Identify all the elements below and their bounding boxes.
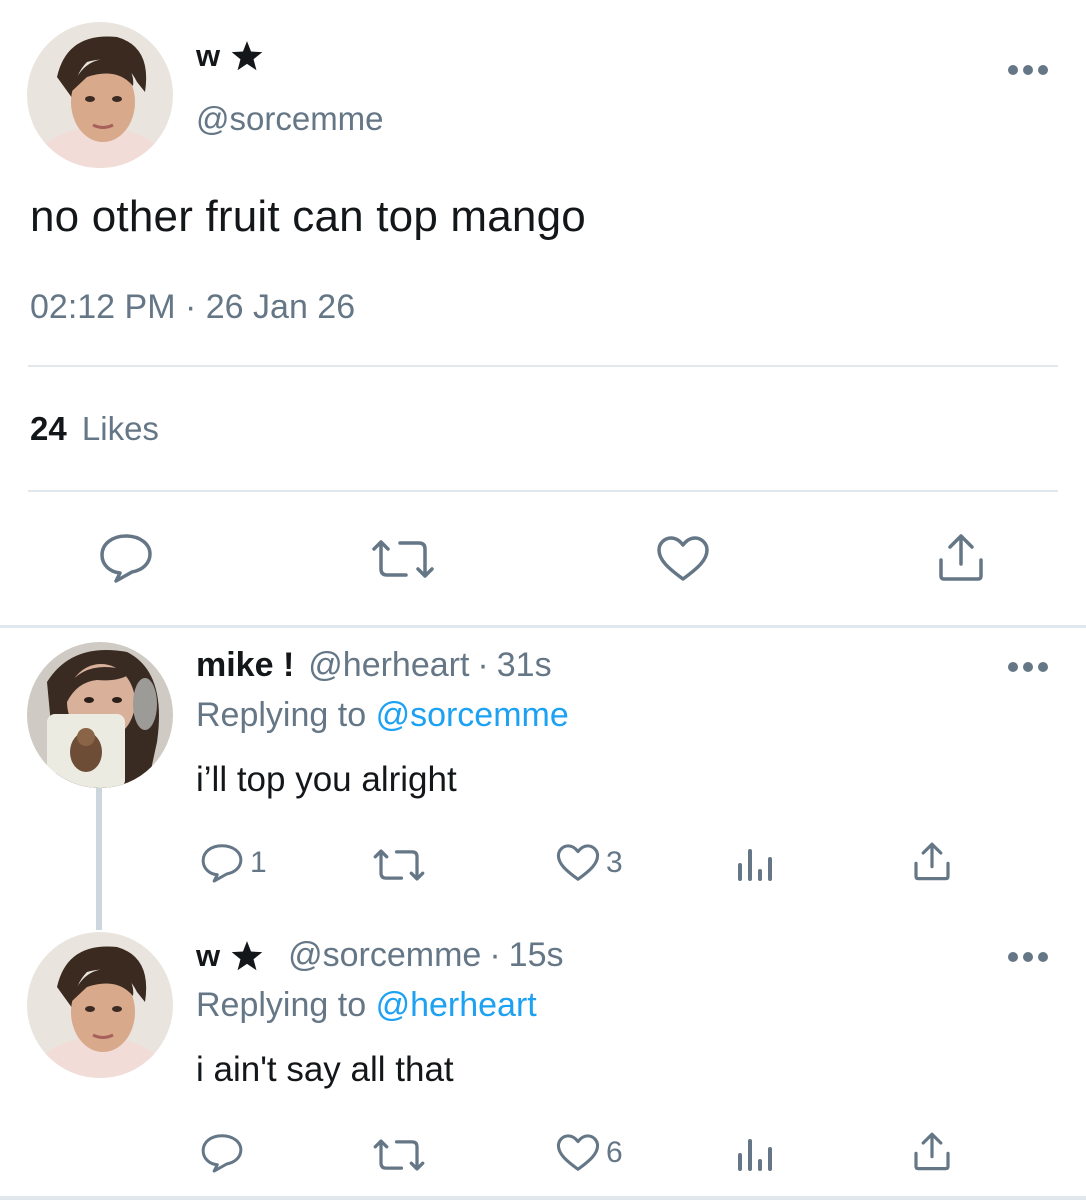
- replying-to-label: Replying to: [196, 986, 367, 1024]
- reply-author-handle[interactable]: @sorcemme: [288, 936, 481, 975]
- divider: [28, 365, 1058, 367]
- tweet-date: 26 Jan 26: [205, 288, 356, 326]
- reply-author-handle[interactable]: @herheart: [308, 646, 469, 685]
- reply-header: w @sorcemme · 15s: [196, 936, 564, 975]
- heart-icon: [556, 844, 600, 881]
- share-button[interactable]: [936, 532, 986, 582]
- like-count: 3: [606, 846, 623, 879]
- replying-to-label: Replying to: [196, 696, 367, 734]
- heart-icon: [657, 536, 709, 581]
- replying-to: Replying to @sorcemme: [196, 696, 569, 735]
- divider: [28, 490, 1058, 492]
- header-separator: ·: [489, 936, 501, 974]
- share-icon: [914, 842, 950, 881]
- reply-text: i’ll top you alright: [196, 760, 457, 799]
- analytics-icon: [738, 1139, 772, 1171]
- analytics-button[interactable]: [736, 843, 774, 883]
- reply-author-name[interactable]: mike !: [196, 646, 294, 685]
- share-button[interactable]: [912, 840, 952, 882]
- reply-header: mike ! @herheart · 31s: [196, 646, 552, 685]
- tweet-timestamp[interactable]: 02:12 PM · 26 Jan 26: [30, 288, 355, 327]
- tweet-text: no other fruit can top mango: [30, 192, 586, 241]
- avatar[interactable]: [27, 22, 173, 168]
- retweet-button[interactable]: [370, 537, 436, 581]
- likes-count: 24: [30, 410, 67, 447]
- like-button[interactable]: 3: [556, 843, 623, 883]
- reply-author-name[interactable]: w: [196, 938, 264, 974]
- share-icon: [914, 1132, 950, 1171]
- retweet-icon: [373, 1139, 425, 1171]
- reply-button[interactable]: [200, 1132, 250, 1174]
- reply-icon: [201, 1134, 243, 1173]
- likes-count-link[interactable]: 24 Likes: [30, 410, 159, 448]
- section-divider: [0, 625, 1086, 628]
- tweet-time: 02:12 PM: [30, 288, 176, 326]
- like-button[interactable]: [656, 535, 710, 583]
- thread-line: [96, 788, 102, 930]
- author-handle[interactable]: @sorcemme: [196, 100, 384, 138]
- heart-icon: [556, 1134, 600, 1171]
- star-icon: [231, 940, 263, 970]
- replying-to: Replying to @herheart: [196, 986, 537, 1025]
- analytics-button[interactable]: [736, 1133, 774, 1173]
- retweet-icon: [372, 540, 434, 578]
- reply-icon: [100, 534, 152, 583]
- analytics-icon: [738, 849, 772, 881]
- avatar-photo: [27, 22, 173, 168]
- retweet-button[interactable]: [372, 847, 432, 883]
- avatar[interactable]: [27, 932, 173, 1078]
- share-icon: [939, 534, 983, 581]
- avatar-photo: [27, 642, 173, 788]
- like-count: 6: [606, 1136, 623, 1169]
- reply-count: 1: [250, 846, 267, 879]
- reply-age[interactable]: 31s: [497, 646, 552, 685]
- star-icon: [231, 41, 263, 71]
- replying-to-mention[interactable]: @herheart: [376, 986, 537, 1024]
- author-name[interactable]: w: [196, 38, 264, 74]
- retweet-button[interactable]: [372, 1137, 432, 1173]
- reply-age[interactable]: 15s: [509, 936, 564, 975]
- reply-button[interactable]: [98, 532, 154, 584]
- replying-to-mention[interactable]: @sorcemme: [376, 696, 569, 734]
- reply-button[interactable]: 1: [200, 842, 267, 884]
- timestamp-separator: ·: [184, 288, 197, 326]
- share-button[interactable]: [912, 1130, 952, 1172]
- retweet-icon: [373, 849, 425, 881]
- header-separator: ·: [477, 646, 489, 684]
- like-button[interactable]: 6: [556, 1133, 623, 1173]
- reply-author-name-text: w: [196, 937, 221, 973]
- more-options-icon[interactable]: [1006, 63, 1050, 77]
- bottom-divider: [0, 1196, 1086, 1200]
- likes-label: Likes: [81, 410, 159, 447]
- more-options-icon[interactable]: [1006, 660, 1050, 674]
- avatar-photo: [27, 932, 173, 1078]
- author-name-text: w: [196, 38, 221, 73]
- reply-icon: [201, 844, 243, 883]
- reply-text: i ain't say all that: [196, 1050, 454, 1089]
- more-options-icon[interactable]: [1006, 950, 1050, 964]
- avatar[interactable]: [27, 642, 173, 788]
